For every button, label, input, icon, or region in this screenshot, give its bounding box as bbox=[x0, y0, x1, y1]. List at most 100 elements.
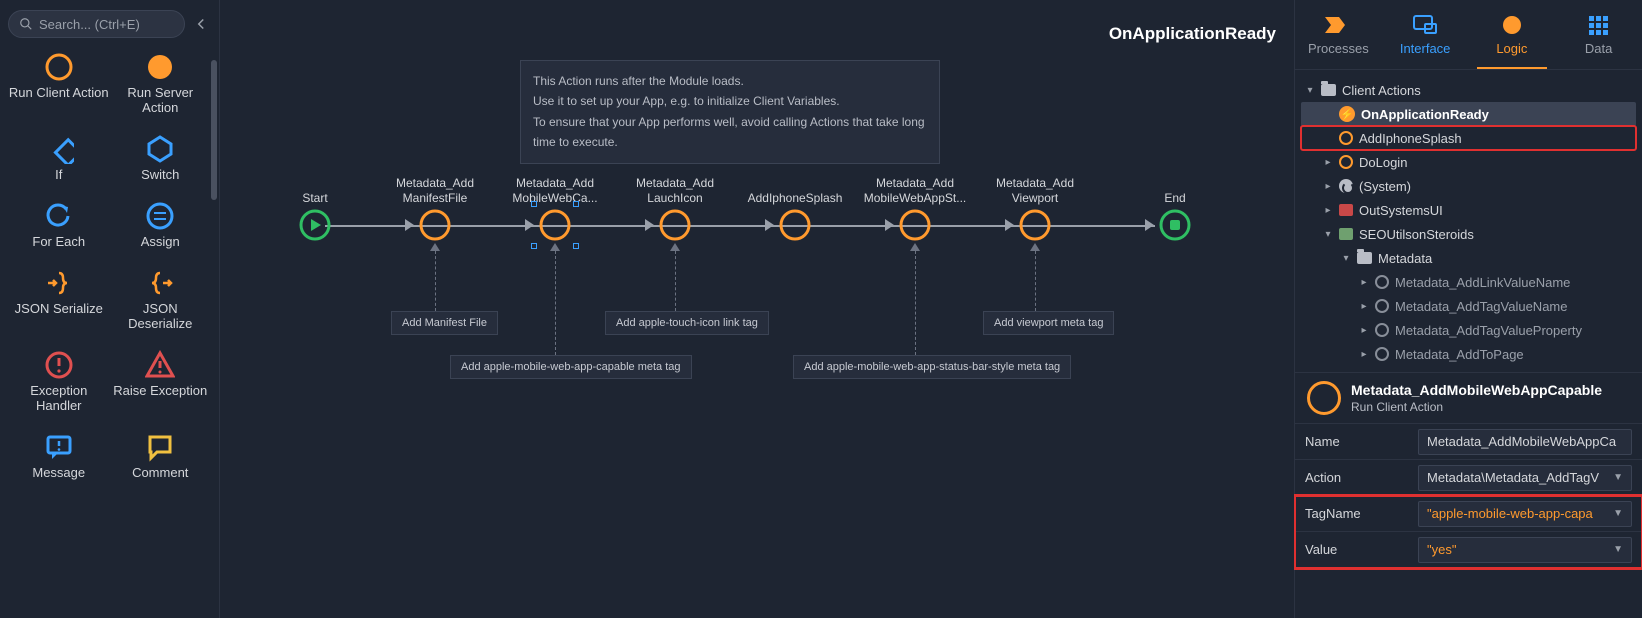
prop-label: Value bbox=[1305, 542, 1410, 557]
event-action-icon: ⚡ bbox=[1339, 106, 1355, 122]
tool-for-each[interactable]: For Each bbox=[8, 201, 110, 250]
tree-outsystems-ui[interactable]: ▸ OutSystemsUI bbox=[1301, 198, 1636, 222]
tool-comment[interactable]: Comment bbox=[110, 432, 212, 481]
tree-do-login[interactable]: ▸ DoLogin bbox=[1301, 150, 1636, 174]
prop-value-name[interactable]: Metadata_AddMobileWebAppCa bbox=[1418, 429, 1632, 455]
tool-switch[interactable]: Switch bbox=[110, 134, 212, 183]
connector-arrow-icon bbox=[1005, 219, 1014, 231]
node-label-l2: LauchIcon bbox=[636, 191, 714, 205]
tab-label: Interface bbox=[1400, 41, 1451, 56]
comment-arrow-icon bbox=[910, 243, 920, 251]
node-viewport[interactable]: Metadata_Add Viewport bbox=[975, 175, 1095, 241]
tree-metadata-addtagvalueproperty[interactable]: ▸ Metadata_AddTagValueProperty bbox=[1301, 318, 1636, 342]
tree-label: Metadata_AddToPage bbox=[1395, 347, 1524, 362]
end-icon bbox=[1159, 209, 1191, 241]
tool-message[interactable]: Message bbox=[8, 432, 110, 481]
tool-if[interactable]: If bbox=[8, 134, 110, 183]
toolbox-scrollbar[interactable] bbox=[211, 60, 217, 200]
node-status-bar[interactable]: Metadata_Add MobileWebAppSt... bbox=[855, 175, 975, 241]
prop-label: Name bbox=[1305, 434, 1410, 449]
node-start[interactable]: Start bbox=[255, 175, 375, 241]
assign-icon bbox=[145, 201, 175, 231]
hint-line: This Action runs after the Module loads. bbox=[533, 71, 927, 91]
tool-assign[interactable]: Assign bbox=[110, 201, 212, 250]
comment-arrow-icon bbox=[550, 243, 560, 251]
tree-metadata-addtagvaluename[interactable]: ▸ Metadata_AddTagValueName bbox=[1301, 294, 1636, 318]
tree-system[interactable]: ▸ (System) bbox=[1301, 174, 1636, 198]
chevron-left-icon bbox=[196, 18, 206, 30]
tab-logic[interactable]: Logic bbox=[1469, 0, 1556, 69]
prop-value-value[interactable]: "yes" ▼ bbox=[1418, 537, 1632, 563]
connector-arrow-icon bbox=[405, 219, 414, 231]
connector-arrow-icon bbox=[645, 219, 654, 231]
comment-connector bbox=[555, 251, 556, 355]
tree-label: (System) bbox=[1359, 179, 1411, 194]
comment-manifest[interactable]: Add Manifest File bbox=[391, 311, 498, 335]
comment-connector bbox=[675, 251, 676, 311]
toolbox-grid: Run Client Action Run Server Action If S… bbox=[8, 52, 211, 480]
referenced-action-icon bbox=[1375, 323, 1389, 337]
caret-right-icon: ▸ bbox=[1359, 301, 1369, 312]
client-action-icon bbox=[1339, 131, 1353, 145]
tree-label: OnApplicationReady bbox=[1361, 107, 1489, 122]
comment-connector bbox=[1035, 251, 1036, 311]
comment-icon bbox=[145, 432, 175, 462]
tool-label: Message bbox=[32, 466, 85, 481]
comment-viewport[interactable]: Add viewport meta tag bbox=[983, 311, 1114, 335]
node-add-iphone-splash[interactable]: AddIphoneSplash bbox=[735, 175, 855, 241]
json-deserialize-icon bbox=[145, 268, 175, 298]
client-action-icon bbox=[1339, 155, 1353, 169]
comment-connector bbox=[435, 251, 436, 311]
tree-metadata-folder[interactable]: ▾ Metadata bbox=[1301, 246, 1636, 270]
tree-seo-utils[interactable]: ▾ SEOUtilsonSteroids bbox=[1301, 222, 1636, 246]
comment-capable[interactable]: Add apple-mobile-web-app-capable meta ta… bbox=[450, 355, 692, 379]
action-node-icon bbox=[659, 209, 691, 241]
client-action-icon bbox=[1307, 381, 1341, 415]
start-icon bbox=[299, 209, 331, 241]
module-icon bbox=[1339, 228, 1353, 240]
comment-launch[interactable]: Add apple-touch-icon link tag bbox=[605, 311, 769, 335]
prop-value-text: Metadata_AddMobileWebAppCa bbox=[1427, 434, 1616, 449]
flow-canvas[interactable]: OnApplicationReady This Action runs afte… bbox=[220, 0, 1294, 618]
tool-label: If bbox=[55, 168, 62, 183]
tree-add-iphone-splash[interactable]: AddIphoneSplash bbox=[1301, 126, 1636, 150]
node-label-l1: Metadata_Add bbox=[864, 176, 967, 190]
flow-title: OnApplicationReady bbox=[1109, 24, 1276, 44]
toolbox-panel: Search... (Ctrl+E) Run Client Action Run… bbox=[0, 0, 220, 618]
prop-value-text: "yes" bbox=[1427, 542, 1456, 557]
node-mobile-web-capable[interactable]: Metadata_Add MobileWebCa... bbox=[495, 175, 615, 241]
search-input[interactable]: Search... (Ctrl+E) bbox=[8, 10, 185, 38]
flow-area: Start Metadata_Add ManifestFile Metadata… bbox=[265, 175, 1274, 405]
node-label-l1: Metadata_Add bbox=[512, 176, 597, 190]
comment-status[interactable]: Add apple-mobile-web-app-status-bar-styl… bbox=[793, 355, 1071, 379]
prop-value-action[interactable]: Metadata\Metadata_AddTagV ▼ bbox=[1418, 465, 1632, 491]
tree-on-application-ready[interactable]: ⚡ OnApplicationReady bbox=[1301, 102, 1636, 126]
action-node-icon bbox=[1019, 209, 1051, 241]
raise-exception-icon bbox=[145, 350, 175, 380]
node-manifest[interactable]: Metadata_Add ManifestFile bbox=[375, 175, 495, 241]
tool-raise-exception[interactable]: Raise Exception bbox=[110, 350, 212, 414]
tool-run-server-action[interactable]: Run Server Action bbox=[110, 52, 212, 116]
node-end[interactable]: End bbox=[1115, 175, 1235, 241]
tab-processes[interactable]: Processes bbox=[1295, 0, 1382, 69]
tool-run-client-action[interactable]: Run Client Action bbox=[8, 52, 110, 116]
hint-line: To ensure that your App performs well, a… bbox=[533, 112, 927, 153]
prop-value-tagname[interactable]: "apple-mobile-web-app-capa ▼ bbox=[1418, 501, 1632, 527]
tool-json-deserialize[interactable]: JSON Deserialize bbox=[110, 268, 212, 332]
processes-icon bbox=[1325, 14, 1351, 36]
tab-interface[interactable]: Interface bbox=[1382, 0, 1469, 69]
caret-right-icon: ▸ bbox=[1323, 181, 1333, 192]
toolbox-collapse-button[interactable] bbox=[191, 14, 211, 34]
search-icon bbox=[19, 17, 33, 31]
node-label-l2: AddIphoneSplash bbox=[748, 191, 843, 205]
node-launch-icon[interactable]: Metadata_Add LauchIcon bbox=[615, 175, 735, 241]
tree-client-actions[interactable]: ▾ Client Actions bbox=[1301, 78, 1636, 102]
node-label-l2: ManifestFile bbox=[396, 191, 474, 205]
tool-exception-handler[interactable]: Exception Handler bbox=[8, 350, 110, 414]
tab-strip: Processes Interface Logic Data bbox=[1295, 0, 1642, 70]
tree-metadata-addlinkvaluename[interactable]: ▸ Metadata_AddLinkValueName bbox=[1301, 270, 1636, 294]
tree-metadata-addtopage[interactable]: ▸ Metadata_AddToPage bbox=[1301, 342, 1636, 366]
dropdown-icon: ▼ bbox=[1613, 472, 1623, 483]
tab-data[interactable]: Data bbox=[1555, 0, 1642, 69]
tool-json-serialize[interactable]: JSON Serialize bbox=[8, 268, 110, 332]
